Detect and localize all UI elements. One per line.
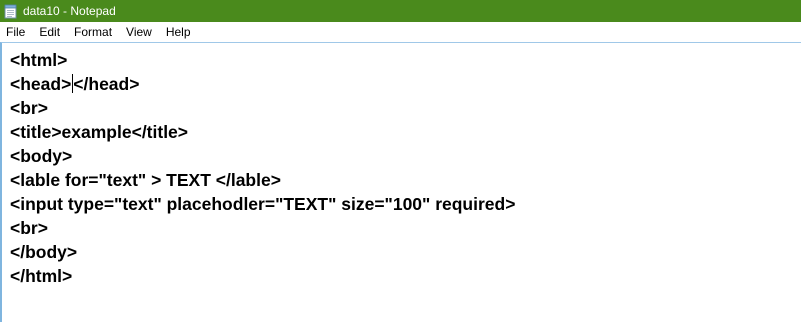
text-editor[interactable]: <html> <head> </head> <br> <title>example… bbox=[0, 42, 801, 322]
editor-line: <body> bbox=[10, 146, 73, 166]
menu-view[interactable]: View bbox=[119, 22, 159, 42]
notepad-icon bbox=[4, 4, 17, 19]
editor-line: <title>example</title> bbox=[10, 122, 189, 142]
editor-line: <lable for="text" > TEXT </lable> bbox=[10, 170, 281, 190]
editor-line-with-caret: <head> </head> bbox=[10, 72, 801, 96]
editor-line-after-caret: </head> bbox=[73, 74, 140, 94]
editor-line: <br> bbox=[10, 218, 48, 238]
editor-line: </body> bbox=[10, 242, 78, 262]
editor-line: <html> bbox=[10, 50, 68, 70]
editor-line: <input type="text" placehodler="TEXT" si… bbox=[10, 194, 516, 214]
editor-line: <br> bbox=[10, 98, 48, 118]
editor-line-before-caret: <head> bbox=[10, 74, 72, 94]
menu-bar: File Edit Format View Help bbox=[0, 22, 801, 42]
menu-file[interactable]: File bbox=[0, 22, 32, 42]
menu-help[interactable]: Help bbox=[159, 22, 198, 42]
menu-edit[interactable]: Edit bbox=[32, 22, 67, 42]
window-title: data10 - Notepad bbox=[23, 4, 116, 18]
title-bar[interactable]: data10 - Notepad bbox=[0, 0, 801, 22]
editor-text-area[interactable]: <html> <head> </head> <br> <title>example… bbox=[10, 48, 801, 322]
menu-format[interactable]: Format bbox=[67, 22, 119, 42]
editor-line: </html> bbox=[10, 266, 73, 286]
notepad-window: data10 - Notepad File Edit Format View H… bbox=[0, 0, 801, 322]
